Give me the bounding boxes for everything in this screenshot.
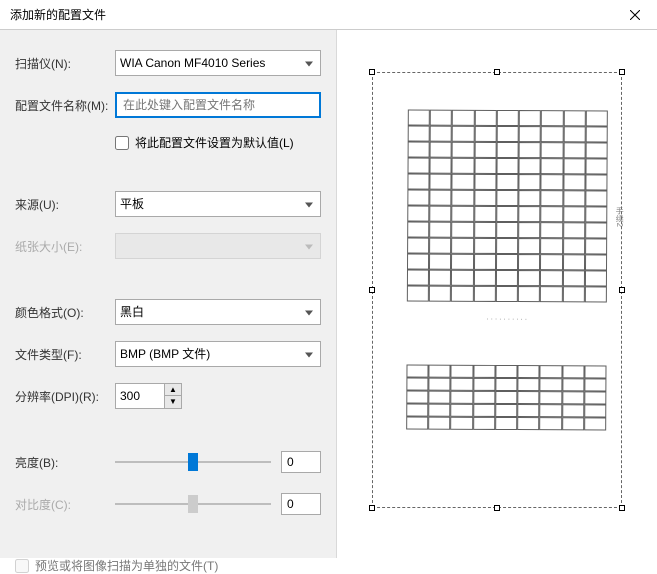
title-bar: 添加新的配置文件 bbox=[0, 0, 657, 30]
preview-grid bbox=[406, 364, 606, 430]
crop-handle[interactable] bbox=[619, 69, 625, 75]
source-label: 来源(U): bbox=[15, 196, 115, 213]
contrast-slider bbox=[115, 494, 271, 514]
profile-name-label: 配置文件名称(M): bbox=[15, 97, 115, 114]
file-type-select[interactable]: BMP (BMP 文件) bbox=[115, 341, 321, 367]
preview-grid bbox=[407, 109, 608, 302]
contrast-label: 对比度(C): bbox=[15, 496, 115, 513]
preview-separate-checkbox bbox=[15, 559, 29, 573]
window-title: 添加新的配置文件 bbox=[10, 6, 612, 23]
scanner-label: 扫描仪(N): bbox=[15, 55, 115, 72]
set-default-checkbox[interactable] bbox=[115, 136, 129, 150]
dialog-content: 扫描仪(N): WIA Canon MF4010 Series 配置文件名称(M… bbox=[0, 30, 657, 558]
settings-panel: 扫描仪(N): WIA Canon MF4010 Series 配置文件名称(M… bbox=[0, 30, 337, 558]
dpi-up-button[interactable]: ▲ bbox=[165, 384, 181, 396]
dpi-input[interactable] bbox=[115, 383, 165, 409]
file-type-label: 文件类型(F): bbox=[15, 346, 115, 363]
brightness-slider[interactable] bbox=[115, 452, 271, 472]
preview-document: 手续2 · · · · · · · · · · bbox=[406, 109, 608, 430]
crop-handle[interactable] bbox=[619, 287, 625, 293]
contrast-value: 0 bbox=[281, 493, 321, 515]
scanner-select[interactable]: WIA Canon MF4010 Series bbox=[115, 50, 321, 76]
crop-handle[interactable] bbox=[619, 505, 625, 511]
preview-side-text: 手续2 bbox=[614, 207, 625, 228]
paper-size-select bbox=[115, 233, 321, 259]
close-icon bbox=[630, 10, 640, 20]
brightness-value: 0 bbox=[281, 451, 321, 473]
profile-name-input[interactable] bbox=[115, 92, 321, 118]
crop-handle[interactable] bbox=[494, 69, 500, 75]
color-format-select[interactable]: 黑白 bbox=[115, 299, 321, 325]
source-select[interactable]: 平板 bbox=[115, 191, 321, 217]
set-default-label: 将此配置文件设置为默认值(L) bbox=[135, 134, 294, 151]
color-format-label: 颜色格式(O): bbox=[15, 304, 115, 321]
paper-size-label: 纸张大小(E): bbox=[15, 238, 115, 255]
dpi-label: 分辨率(DPI)(R): bbox=[15, 388, 115, 405]
crop-handle[interactable] bbox=[369, 505, 375, 511]
preview-caption: · · · · · · · · · · bbox=[407, 315, 607, 323]
brightness-label: 亮度(B): bbox=[15, 454, 115, 471]
preview-panel: 手续2 · · · · · · · · · · bbox=[337, 30, 657, 558]
crop-handle[interactable] bbox=[369, 287, 375, 293]
dpi-down-button[interactable]: ▼ bbox=[165, 396, 181, 408]
crop-handle[interactable] bbox=[494, 505, 500, 511]
close-button[interactable] bbox=[612, 0, 657, 30]
preview-separate-label: 预览或将图像扫描为单独的文件(T) bbox=[35, 557, 218, 574]
crop-handle[interactable] bbox=[369, 69, 375, 75]
